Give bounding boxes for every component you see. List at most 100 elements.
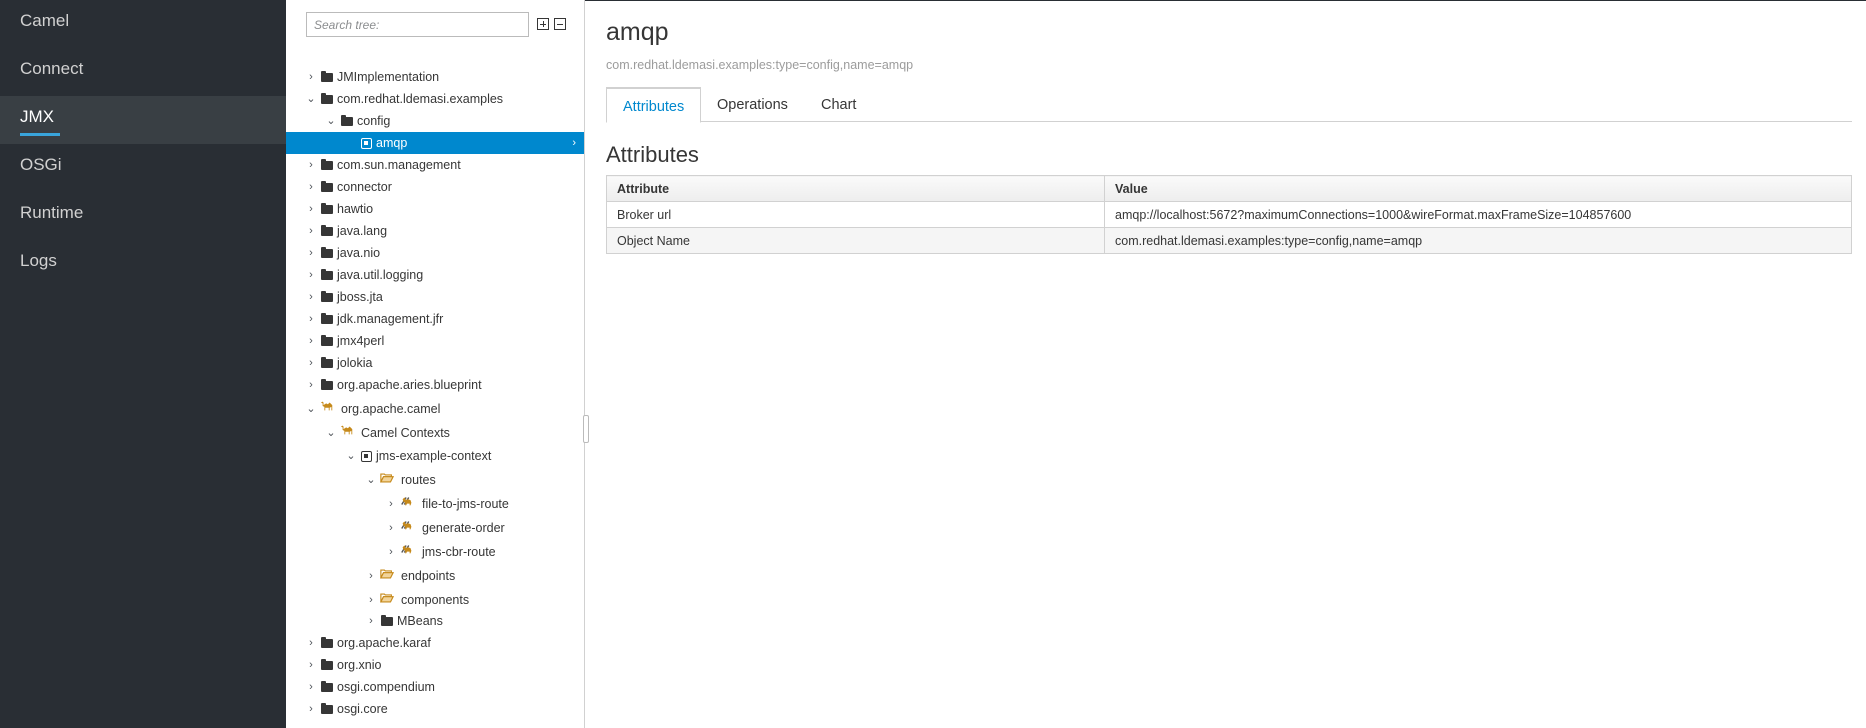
tree-node[interactable]: › MBeans xyxy=(286,610,584,632)
nav-item-label: Connect xyxy=(20,59,84,78)
nav-item-camel[interactable]: Camel xyxy=(0,0,286,48)
active-indicator xyxy=(20,133,60,136)
tree-node[interactable]: › osgi.core xyxy=(286,698,584,720)
tree-node-label: osgi.compendium xyxy=(337,680,435,694)
tree-node-label: jmx4perl xyxy=(337,334,385,348)
tree-node[interactable]: › jms-cbr-route xyxy=(286,541,584,563)
tree-node[interactable]: › org.apache.karaf xyxy=(286,632,584,654)
tree-node[interactable]: › file-to-jms-route xyxy=(286,493,584,515)
tree-node[interactable]: ⌄ com.redhat.ldemasi.examples xyxy=(286,88,584,110)
chevron-right-icon[interactable]: › xyxy=(306,681,316,693)
open-folder-icon xyxy=(380,473,394,483)
chevron-right-icon[interactable]: › xyxy=(306,225,316,237)
tree-node-label: config xyxy=(357,114,391,128)
chevron-right-icon[interactable]: › xyxy=(306,313,316,325)
chevron-right-icon[interactable]: › xyxy=(306,247,316,259)
tree-node[interactable]: ⌄ jms-example-context xyxy=(286,445,584,467)
column-header-value[interactable]: Value xyxy=(1104,175,1852,202)
folder-icon xyxy=(321,681,333,692)
tree-node-label: java.lang xyxy=(337,224,388,238)
tree-node[interactable]: › org.apache.aries.blueprint xyxy=(286,374,584,396)
table-row[interactable]: Broker url amqp://localhost:5672?maximum… xyxy=(606,201,1852,228)
tree-node[interactable]: › endpoints xyxy=(286,565,584,587)
camel-icon xyxy=(340,425,353,435)
tree-node[interactable]: ⌄ Camel Contexts xyxy=(286,422,584,444)
tab-bar: Attributes Operations Chart xyxy=(606,87,1852,123)
tree-node[interactable]: › components xyxy=(286,589,584,611)
chevron-down-icon[interactable]: ⌄ xyxy=(326,427,336,439)
nav-item-jmx[interactable]: JMX xyxy=(0,96,286,144)
tree-node[interactable]: › generate-order xyxy=(286,517,584,539)
chevron-right-icon[interactable]: › xyxy=(306,181,316,193)
tab-operations[interactable]: Operations xyxy=(701,87,804,122)
chevron-right-icon[interactable]: › xyxy=(306,71,316,83)
chevron-down-icon[interactable]: ⌄ xyxy=(306,403,316,415)
pane-resize-handle[interactable] xyxy=(583,415,589,443)
chevron-right-icon[interactable]: › xyxy=(366,615,376,627)
main-content: amqp com.redhat.ldemasi.examples:type=co… xyxy=(606,0,1852,728)
tree-node[interactable]: › com.sun.management xyxy=(286,154,584,176)
chevron-right-icon: › xyxy=(572,137,576,149)
chevron-right-icon[interactable]: › xyxy=(306,703,316,715)
tree-node[interactable]: › hawtio xyxy=(286,198,584,220)
chevron-right-icon[interactable]: › xyxy=(306,203,316,215)
tree-node-label: org.xnio xyxy=(337,658,382,672)
route-icon xyxy=(401,497,412,506)
chevron-right-icon[interactable]: › xyxy=(306,637,316,649)
chevron-right-icon[interactable]: › xyxy=(366,570,376,582)
attribute-name-cell: Broker url xyxy=(606,201,1105,228)
nav-item-connect[interactable]: Connect xyxy=(0,48,286,96)
nav-item-osgi[interactable]: OSGi xyxy=(0,144,286,192)
tree-node[interactable]: › java.util.logging xyxy=(286,264,584,286)
chevron-down-icon[interactable]: ⌄ xyxy=(366,474,376,486)
chevron-right-icon[interactable]: › xyxy=(386,522,396,534)
tree-node[interactable]: › jmx4perl xyxy=(286,330,584,352)
camel-icon xyxy=(320,401,333,411)
tree-node-label: jboss.jta xyxy=(337,290,383,304)
chevron-right-icon[interactable]: › xyxy=(366,594,376,606)
table-row[interactable]: Object Name com.redhat.ldemasi.examples:… xyxy=(606,227,1852,254)
folder-icon xyxy=(321,659,333,670)
folder-icon xyxy=(321,703,333,714)
chevron-right-icon[interactable]: › xyxy=(386,546,396,558)
tree-node[interactable]: › connector xyxy=(286,176,584,198)
tab-chart[interactable]: Chart xyxy=(805,87,872,122)
chevron-right-icon[interactable]: › xyxy=(306,379,316,391)
tree-node-label: org.apache.karaf xyxy=(337,636,431,650)
chevron-down-icon[interactable]: ⌄ xyxy=(306,93,316,105)
tree-node[interactable]: ⌄ config xyxy=(286,110,584,132)
folder-icon xyxy=(341,115,353,126)
tree-node[interactable]: › java.lang xyxy=(286,220,584,242)
chevron-right-icon[interactable]: › xyxy=(386,498,396,510)
collapse-all-icon[interactable] xyxy=(554,18,566,30)
tree-node[interactable]: › JMImplementation xyxy=(286,66,584,88)
tree-search-input[interactable] xyxy=(306,12,529,37)
chevron-right-icon[interactable]: › xyxy=(306,659,316,671)
tree-node[interactable]: ⌄ routes xyxy=(286,469,584,491)
object-name-subtitle: com.redhat.ldemasi.examples:type=config,… xyxy=(606,58,914,72)
column-header-attribute[interactable]: Attribute xyxy=(606,175,1105,202)
tab-attributes[interactable]: Attributes xyxy=(606,87,702,123)
tree-node-label: jdk.management.jfr xyxy=(337,312,444,326)
page-title: amqp xyxy=(606,18,669,46)
chevron-right-icon[interactable]: › xyxy=(306,335,316,347)
tree-node[interactable]: › jolokia xyxy=(286,352,584,374)
tree-node[interactable]: › java.nio xyxy=(286,242,584,264)
tree-node[interactable]: › jboss.jta xyxy=(286,286,584,308)
nav-item-runtime[interactable]: Runtime xyxy=(0,192,286,240)
tree-node[interactable]: › jdk.management.jfr xyxy=(286,308,584,330)
chevron-right-icon[interactable]: › xyxy=(306,159,316,171)
expand-all-icon[interactable] xyxy=(537,18,549,30)
tree-node-selected[interactable]: amqp › xyxy=(286,132,584,154)
tree-node[interactable]: › org.xnio xyxy=(286,654,584,676)
folder-icon xyxy=(321,291,333,302)
chevron-right-icon[interactable]: › xyxy=(306,291,316,303)
tree-node[interactable]: › osgi.compendium xyxy=(286,676,584,698)
chevron-right-icon[interactable]: › xyxy=(306,357,316,369)
chevron-down-icon[interactable]: ⌄ xyxy=(326,115,336,127)
nav-item-logs[interactable]: Logs xyxy=(0,240,286,288)
chevron-down-icon[interactable]: ⌄ xyxy=(346,450,356,462)
tree-node-label: MBeans xyxy=(397,614,443,628)
chevron-right-icon[interactable]: › xyxy=(306,269,316,281)
tree-node[interactable]: ⌄ org.apache.camel xyxy=(286,398,584,420)
